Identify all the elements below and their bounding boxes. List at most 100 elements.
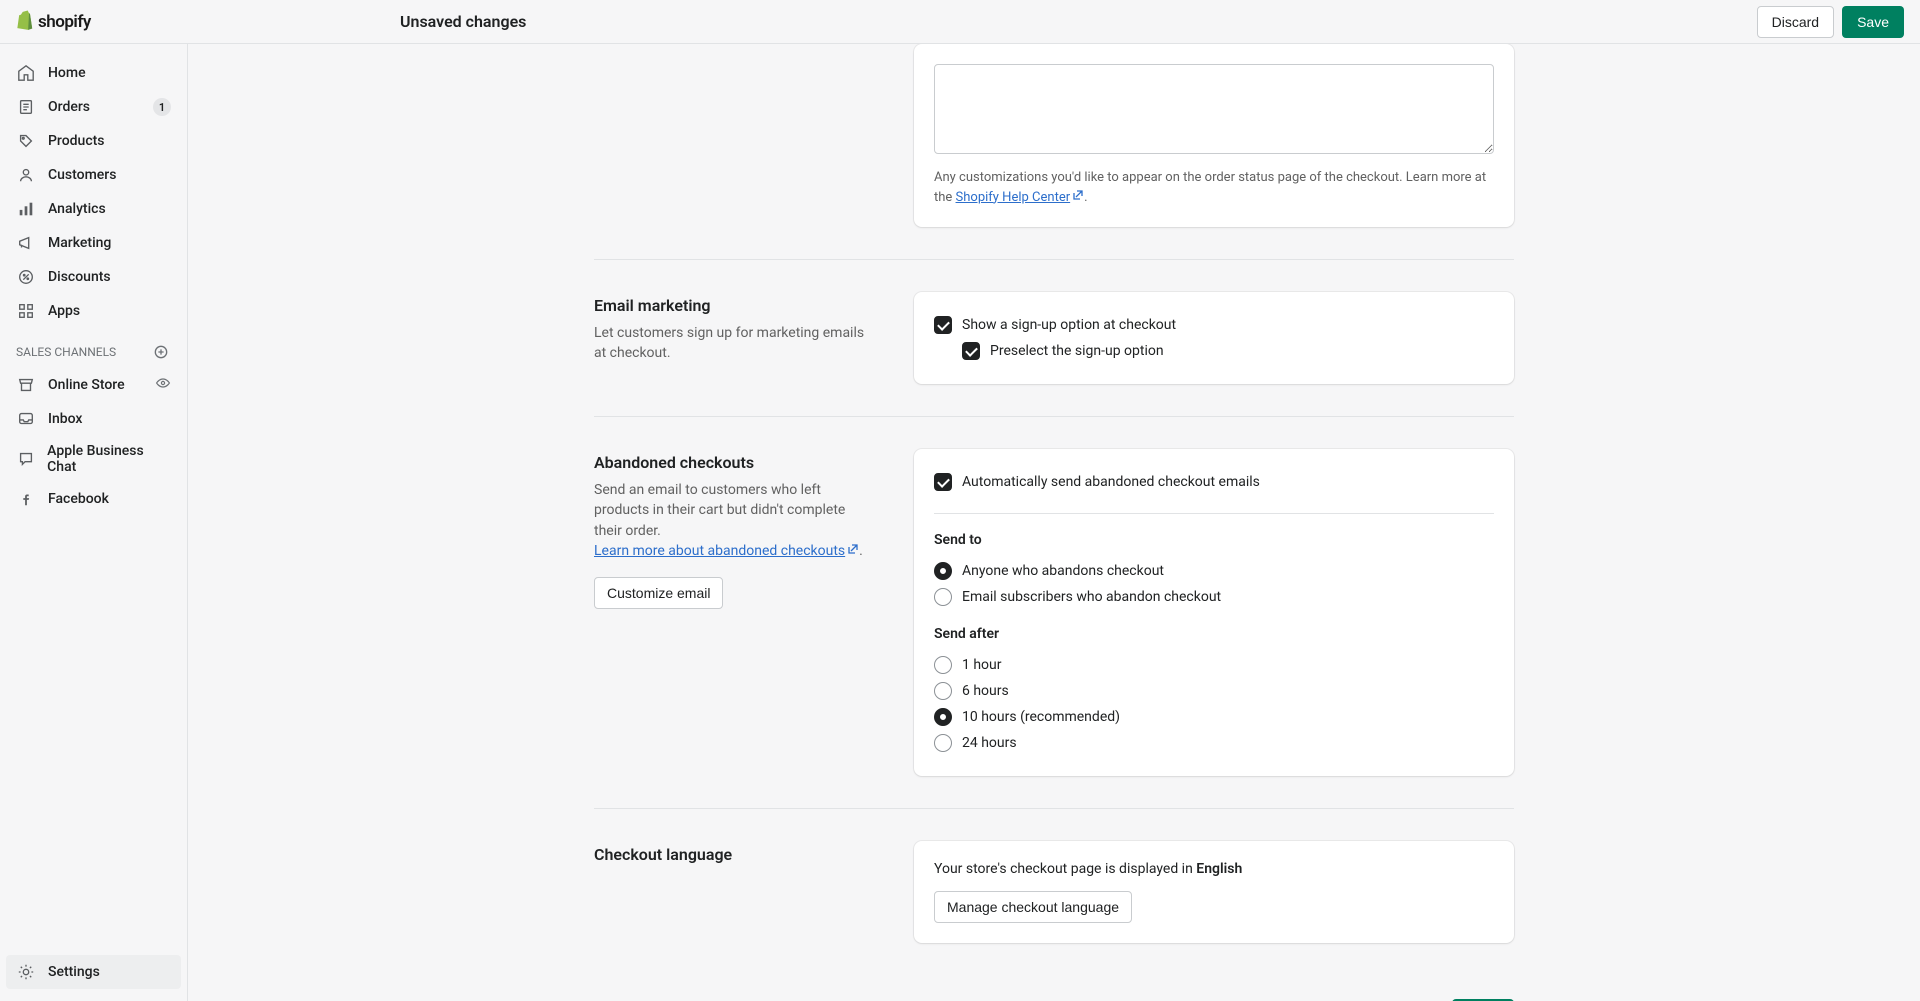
- help-center-link-text: Shopify Help Center: [956, 188, 1071, 208]
- send-after-24h-label: 24 hours: [962, 735, 1017, 751]
- sidebar-item-label: Apple Business Chat: [47, 443, 171, 475]
- show-signup-row[interactable]: Show a sign-up option at checkout: [934, 312, 1494, 338]
- abandoned-desc: Send an email to customers who left prod…: [594, 480, 874, 561]
- home-icon: [16, 63, 36, 83]
- scripts-period: .: [1084, 190, 1087, 205]
- shopify-bag-icon: [16, 10, 34, 34]
- sidebar-item-apple-chat[interactable]: Apple Business Chat: [6, 436, 181, 482]
- sales-channels-heading: Sales channels: [6, 328, 181, 368]
- sidebar-item-label: Products: [48, 133, 105, 149]
- sidebar-item-analytics[interactable]: Analytics: [6, 192, 181, 226]
- orders-icon: [16, 97, 36, 117]
- sidebar-item-settings[interactable]: Settings: [6, 955, 181, 989]
- send-after-6h-row[interactable]: 6 hours: [934, 678, 1494, 704]
- discard-button[interactable]: Discard: [1757, 6, 1834, 38]
- sidebar-item-label: Inbox: [48, 411, 82, 427]
- gear-icon: [16, 962, 36, 982]
- sidebar-item-facebook[interactable]: Facebook: [6, 482, 181, 516]
- shopify-logo-text: shopify: [38, 12, 91, 32]
- abandoned-period: .: [859, 543, 863, 559]
- send-to-anyone-label: Anyone who abandons checkout: [962, 563, 1164, 579]
- manage-language-button[interactable]: Manage checkout language: [934, 891, 1132, 923]
- sidebar-item-label: Facebook: [48, 491, 109, 507]
- save-button[interactable]: Save: [1842, 6, 1904, 38]
- chat-icon: [16, 449, 35, 469]
- abandoned-learn-more-link[interactable]: Learn more about abandoned checkouts: [594, 541, 859, 561]
- page-title: Unsaved changes: [400, 12, 1520, 31]
- add-channel-button[interactable]: [151, 342, 171, 362]
- help-center-link[interactable]: Shopify Help Center: [956, 188, 1085, 208]
- sidebar-item-label: Analytics: [48, 201, 106, 217]
- send-after-6h-radio[interactable]: [934, 682, 952, 700]
- checkout-language-heading: Checkout language: [594, 845, 874, 864]
- scripts-help-text: Any customizations you'd like to appear …: [934, 168, 1494, 207]
- show-signup-checkbox[interactable]: [934, 316, 952, 334]
- orders-badge: 1: [153, 98, 171, 116]
- checkout-language-section: Checkout language Your store's checkout …: [594, 809, 1514, 975]
- scripts-card: Any customizations you'd like to appear …: [914, 44, 1514, 227]
- sidebar-item-online-store[interactable]: Online Store: [6, 368, 181, 402]
- sidebar-item-label: Discounts: [48, 269, 111, 285]
- email-marketing-heading: Email marketing: [594, 296, 874, 315]
- email-marketing-desc: Let customers sign up for marketing emai…: [594, 323, 874, 364]
- products-icon: [16, 131, 36, 151]
- send-after-6h-label: 6 hours: [962, 683, 1009, 699]
- sidebar-item-label: Apps: [48, 303, 80, 319]
- send-after-1h-radio[interactable]: [934, 656, 952, 674]
- sales-channels-label: Sales channels: [16, 345, 116, 359]
- send-to-subscribers-radio[interactable]: [934, 588, 952, 606]
- external-icon: [847, 541, 859, 561]
- sidebar-item-label: Marketing: [48, 235, 111, 251]
- sidebar-item-customers[interactable]: Customers: [6, 158, 181, 192]
- abandoned-card: Automatically send abandoned checkout em…: [914, 449, 1514, 776]
- sidebar-item-label: Orders: [48, 99, 90, 115]
- facebook-icon: [16, 489, 36, 509]
- sidebar-item-orders[interactable]: Orders 1: [6, 90, 181, 124]
- marketing-icon: [16, 233, 36, 253]
- send-after-10h-radio[interactable]: [934, 708, 952, 726]
- topbar: shopify Unsaved changes Discard Save: [0, 0, 1920, 44]
- sidebar-item-products[interactable]: Products: [6, 124, 181, 158]
- auto-send-row[interactable]: Automatically send abandoned checkout em…: [934, 469, 1494, 495]
- show-signup-label: Show a sign-up option at checkout: [962, 317, 1176, 333]
- scripts-section: Any customizations you'd like to appear …: [594, 44, 1514, 260]
- send-to-subscribers-label: Email subscribers who abandon checkout: [962, 589, 1221, 605]
- preselect-row[interactable]: Preselect the sign-up option: [962, 338, 1494, 364]
- auto-send-checkbox[interactable]: [934, 473, 952, 491]
- sidebar-item-apps[interactable]: Apps: [6, 294, 181, 328]
- send-to-subscribers-row[interactable]: Email subscribers who abandon checkout: [934, 584, 1494, 610]
- lang-prefix: Your store's checkout page is displayed …: [934, 861, 1196, 877]
- abandoned-desc-text: Send an email to customers who left prod…: [594, 482, 845, 539]
- sidebar-item-label: Customers: [48, 167, 116, 183]
- email-marketing-section: Email marketing Let customers sign up fo…: [594, 260, 1514, 417]
- eye-icon[interactable]: [155, 375, 171, 395]
- sidebar-item-inbox[interactable]: Inbox: [6, 402, 181, 436]
- abandoned-section: Abandoned checkouts Send an email to cus…: [594, 417, 1514, 809]
- send-after-24h-row[interactable]: 24 hours: [934, 730, 1494, 756]
- topbar-actions: Discard Save: [1757, 6, 1904, 38]
- apps-icon: [16, 301, 36, 321]
- sidebar-item-marketing[interactable]: Marketing: [6, 226, 181, 260]
- customize-email-button[interactable]: Customize email: [594, 577, 723, 609]
- send-to-anyone-row[interactable]: Anyone who abandons checkout: [934, 558, 1494, 584]
- send-to-anyone-radio[interactable]: [934, 562, 952, 580]
- send-after-1h-row[interactable]: 1 hour: [934, 652, 1494, 678]
- preselect-checkbox[interactable]: [962, 342, 980, 360]
- abandoned-learn-more-text: Learn more about abandoned checkouts: [594, 541, 845, 561]
- discounts-icon: [16, 267, 36, 287]
- scripts-textarea[interactable]: [934, 64, 1494, 154]
- email-marketing-card: Show a sign-up option at checkout Presel…: [914, 292, 1514, 384]
- customers-icon: [16, 165, 36, 185]
- send-after-24h-radio[interactable]: [934, 734, 952, 752]
- footer-save-row: Save: [594, 975, 1514, 1001]
- checkout-language-card: Your store's checkout page is displayed …: [914, 841, 1514, 943]
- sidebar-item-label: Home: [48, 65, 86, 81]
- auto-send-label: Automatically send abandoned checkout em…: [962, 474, 1260, 490]
- send-after-1h-label: 1 hour: [962, 657, 1002, 673]
- sidebar-item-home[interactable]: Home: [6, 56, 181, 90]
- sidebar-item-discounts[interactable]: Discounts: [6, 260, 181, 294]
- preselect-label: Preselect the sign-up option: [990, 343, 1164, 359]
- send-after-10h-row[interactable]: 10 hours (recommended): [934, 704, 1494, 730]
- analytics-icon: [16, 199, 36, 219]
- store-icon: [16, 375, 36, 395]
